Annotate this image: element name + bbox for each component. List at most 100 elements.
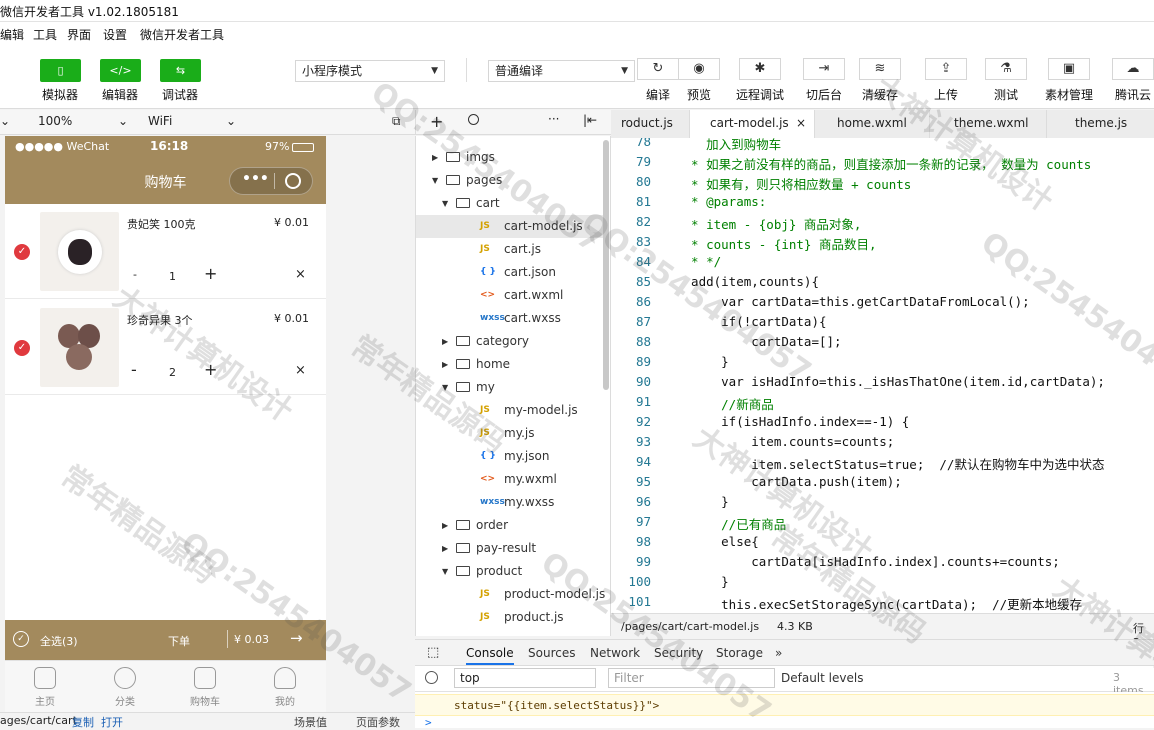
mode-select[interactable]: 小程序模式 ▼ xyxy=(295,60,445,82)
menu-view[interactable]: 界面 xyxy=(67,26,91,43)
menu-tools[interactable]: 工具 xyxy=(33,26,57,43)
chevron-down-icon[interactable]: ⌄ xyxy=(226,114,236,128)
file-row[interactable]: wxss my.wxss xyxy=(416,491,606,514)
minus-button[interactable]: - xyxy=(131,360,137,379)
compile-select[interactable]: 普通编译 ▼ xyxy=(488,60,635,82)
clear-console-icon[interactable] xyxy=(425,671,438,684)
plus-button[interactable]: + xyxy=(204,264,217,283)
close-icon[interactable]: × xyxy=(796,110,806,136)
tab-storage[interactable]: Storage xyxy=(716,646,763,660)
chevron-down-icon[interactable]: ▼ xyxy=(442,560,448,583)
tab-console[interactable]: Console xyxy=(466,646,514,665)
arrow-right-icon[interactable]: → xyxy=(290,629,303,647)
file-row[interactable]: JS my.js xyxy=(416,422,606,445)
flask-button[interactable]: ⚗ xyxy=(985,58,1027,80)
tab-cart-model-js[interactable]: cart-model.js × xyxy=(690,110,815,138)
tab-product-js[interactable]: roduct.js xyxy=(611,110,690,138)
file-row[interactable]: JS my-model.js xyxy=(416,399,606,422)
folder-row[interactable]: ▼ cart xyxy=(416,192,606,215)
menu-wechat-devtools[interactable]: 微信开发者工具 xyxy=(140,26,224,43)
order-label[interactable]: 下单 xyxy=(168,633,190,649)
checked-icon[interactable]: ✓ xyxy=(14,244,30,260)
code-editor[interactable]: 78 加入到购物车 79 * 如果之前没有样的商品，则直接添加一条新的记录， 数量… xyxy=(611,138,1154,613)
cloud-button[interactable]: ☁ xyxy=(1112,58,1154,80)
tab-cart[interactable]: 购物车 xyxy=(165,667,245,708)
tab-theme-js[interactable]: theme.js xyxy=(1047,110,1154,138)
close-mini-program-icon[interactable] xyxy=(285,173,301,189)
menu-settings[interactable]: 设置 xyxy=(103,26,127,43)
search-icon[interactable] xyxy=(468,114,479,125)
simulator-toggle-button[interactable]: ▯ xyxy=(40,59,81,82)
layers-button[interactable]: ≋ xyxy=(859,58,901,80)
add-icon[interactable]: + xyxy=(430,112,443,131)
collapse-icon[interactable]: |⇤ xyxy=(583,113,597,127)
switch-button[interactable]: ⇥ xyxy=(803,58,845,80)
capsule-menu[interactable]: ••• xyxy=(229,167,313,195)
select-all-label[interactable]: 全选(3) xyxy=(40,633,78,649)
bug-button[interactable]: ✱ xyxy=(739,58,781,80)
debugger-toggle-button[interactable]: ⇆ xyxy=(160,59,201,82)
file-row[interactable]: JS product.js xyxy=(416,606,606,629)
folder-row[interactable]: ▶ category xyxy=(416,330,606,353)
chevron-right-icon[interactable]: ▶ xyxy=(432,146,438,169)
context-select[interactable]: top xyxy=(454,668,596,688)
chevron-down-icon[interactable]: ⌄ xyxy=(118,114,128,128)
folder-row[interactable]: ▶ order xyxy=(416,514,606,537)
chevron-down-icon[interactable]: ⌄ xyxy=(0,114,10,128)
chevron-down-icon[interactable]: ▼ xyxy=(442,376,448,399)
tab-home-wxml[interactable]: home.wxml xyxy=(815,110,930,138)
inspect-icon[interactable]: ⬚ xyxy=(427,645,439,660)
console-prompt[interactable]: > xyxy=(425,716,432,729)
file-row[interactable]: JS cart-model.js xyxy=(416,215,606,238)
tab-category[interactable]: 分类 xyxy=(85,667,165,708)
file-row[interactable]: { } my.json xyxy=(416,445,606,468)
folder-row[interactable]: ▼ product xyxy=(416,560,606,583)
file-name: cart.js xyxy=(504,242,541,256)
chevron-right-icon[interactable]: ▶ xyxy=(442,537,448,560)
plus-button[interactable]: + xyxy=(204,360,217,379)
file-row[interactable]: <> cart.wxml xyxy=(416,284,606,307)
window-toggle-icon[interactable]: ⧉ xyxy=(392,114,401,129)
filter-input[interactable]: Filter xyxy=(608,668,775,688)
image-button[interactable]: ▣ xyxy=(1048,58,1090,80)
chevron-right-icon[interactable]: ▶ xyxy=(442,353,448,376)
file-row[interactable]: JS product-model.js xyxy=(416,583,606,606)
tab-security[interactable]: Security xyxy=(654,646,703,660)
upload-button[interactable]: ⇪ xyxy=(925,58,967,80)
file-row[interactable]: { } cart.json xyxy=(416,261,606,284)
tab-my[interactable]: 我的 xyxy=(245,667,325,708)
folder-row[interactable]: ▼ my xyxy=(416,376,606,399)
delete-button[interactable]: × xyxy=(295,267,306,282)
checked-icon[interactable]: ✓ xyxy=(14,340,30,356)
refresh-button[interactable]: ↻ xyxy=(637,58,679,80)
file-row[interactable]: wxss cart.wxss xyxy=(416,307,606,330)
chevron-right-icon[interactable]: ▶ xyxy=(442,514,448,537)
network-select[interactable]: WiFi xyxy=(148,114,172,128)
more-icon[interactable]: ··· xyxy=(548,112,559,126)
filetree-scrollbar[interactable] xyxy=(603,140,609,390)
folder-row[interactable]: ▶ imgs xyxy=(416,146,606,169)
menu-edit[interactable]: 编辑 xyxy=(0,26,24,43)
tab-theme-wxml[interactable]: theme.wxml xyxy=(930,110,1047,138)
editor-toggle-button[interactable]: </> xyxy=(100,59,141,82)
tab-network[interactable]: Network xyxy=(590,646,640,660)
folder-row[interactable]: ▶ pay-result xyxy=(416,537,606,560)
tab-sources[interactable]: Sources xyxy=(528,646,575,660)
file-row[interactable]: JS cart.js xyxy=(416,238,606,261)
eye-button[interactable]: ◉ xyxy=(678,58,720,80)
select-all-icon[interactable]: ✓ xyxy=(13,631,29,647)
folder-row[interactable]: ▶ home xyxy=(416,353,606,376)
chevron-down-icon[interactable]: ▼ xyxy=(442,192,448,215)
toolbar: ▯ 模拟器 </> 编辑器 ⇆ 调试器 小程序模式 ▼ 普通编译 ▼ ↻ 编译 ◉ 预… xyxy=(0,46,1154,109)
delete-button[interactable]: × xyxy=(295,363,306,378)
more-tabs-button[interactable]: » xyxy=(775,646,782,660)
tab-home[interactable]: 主页 xyxy=(5,667,85,708)
log-levels-select[interactable]: Default levels xyxy=(781,671,863,685)
file-row[interactable]: <> my.wxml xyxy=(416,468,606,491)
chevron-right-icon[interactable]: ▶ xyxy=(442,330,448,353)
minus-button[interactable]: - xyxy=(133,268,137,281)
folder-row[interactable]: ▼ pages xyxy=(416,169,606,192)
more-icon[interactable]: ••• xyxy=(242,171,269,187)
chevron-down-icon[interactable]: ▼ xyxy=(432,169,438,192)
zoom-select[interactable]: 100% xyxy=(38,114,72,128)
